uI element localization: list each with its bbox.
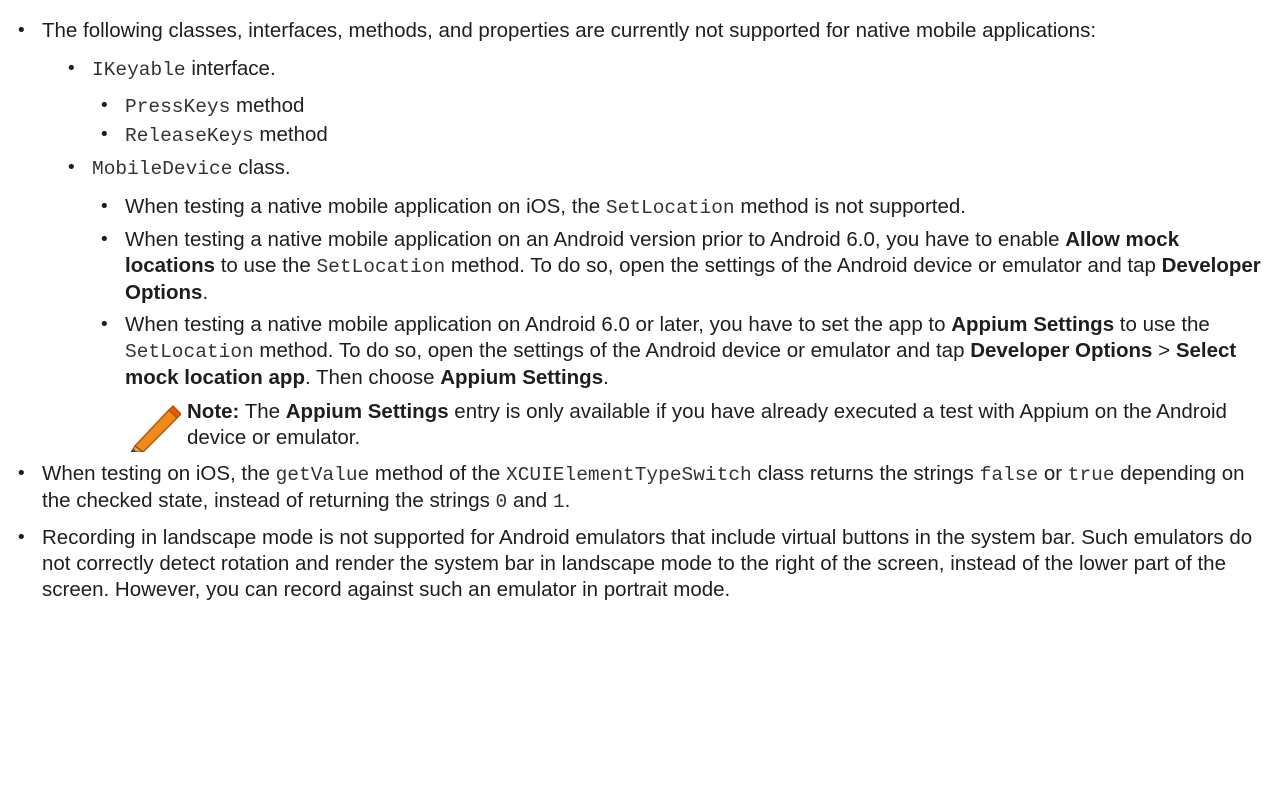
list-item-android-6-later: When testing a native mobile application…: [99, 312, 1272, 452]
unsupported-intro: The following classes, interfaces, metho…: [42, 19, 1097, 42]
i2-text-d: or: [1038, 462, 1068, 485]
developer-options-label: Developer Options: [970, 339, 1153, 362]
landscape-text: Recording in landscape mode is not suppo…: [42, 526, 1253, 601]
md2-text-a: When testing a native mobile application…: [125, 228, 1066, 251]
getvalue-code: getValue: [275, 464, 370, 486]
appium-settings-label: Appium Settings: [440, 366, 604, 389]
md1-text-b: method is not supported.: [734, 195, 966, 218]
one-code: 1: [552, 491, 565, 513]
i2-text-b: method of the: [369, 462, 506, 485]
list-item-ios-setlocation: When testing a native mobile application…: [99, 194, 1272, 221]
list-item-android-prior-6: When testing a native mobile application…: [99, 227, 1272, 306]
ikeyable-code: IKeyable: [92, 59, 186, 81]
setlocation-code: SetLocation: [125, 341, 254, 363]
md3-text-c: method. To do so, open the settings of t…: [253, 339, 971, 362]
i2-text-a: When testing on iOS, the: [42, 462, 276, 485]
releasekeys-suffix: method: [253, 123, 328, 146]
releasekeys-code: ReleaseKeys: [125, 125, 254, 147]
limitations-list: The following classes, interfaces, metho…: [0, 0, 1272, 603]
md3-text-f: .: [603, 366, 609, 389]
presskeys-code: PressKeys: [125, 96, 231, 118]
list-item-getvalue: When testing on iOS, the getValue method…: [16, 461, 1272, 515]
ikeyable-methods: PressKeys method ReleaseKeys method: [92, 93, 1272, 149]
i2-text-c: class returns the strings: [751, 462, 980, 485]
appium-settings-label: Appium Settings: [951, 313, 1115, 336]
false-code: false: [979, 464, 1039, 486]
md2-text-b: to use the: [215, 254, 317, 277]
xcuielementtypeswitch-code: XCUIElementTypeSwitch: [506, 464, 752, 486]
unsupported-sublist: IKeyable interface. PressKeys method Rel…: [42, 56, 1272, 452]
zero-code: 0: [495, 491, 508, 513]
appium-settings-label: Appium Settings: [285, 400, 449, 423]
setlocation-code: SetLocation: [605, 197, 735, 219]
md3-text-a: When testing a native mobile application…: [125, 313, 952, 336]
list-item-releasekeys: ReleaseKeys method: [99, 122, 1272, 149]
md3-text-b: to use the: [1114, 313, 1210, 336]
note-text-a: The: [239, 400, 286, 423]
i2-text-g: .: [564, 489, 571, 512]
ikeyable-suffix: interface.: [185, 57, 276, 80]
list-item-unsupported: The following classes, interfaces, metho…: [16, 18, 1272, 452]
note-block: Note: The Appium Settings entry is only …: [125, 399, 1272, 452]
document-page: { "items": { "i1": { "text": "The follow…: [0, 0, 1282, 808]
md2-text-c: method. To do so, open the settings of t…: [445, 254, 1162, 277]
mobiledevice-notes: When testing a native mobile application…: [92, 194, 1272, 452]
mobiledevice-suffix: class.: [232, 156, 291, 179]
md3-text-e: . Then choose: [304, 366, 441, 389]
list-item-presskeys: PressKeys method: [99, 93, 1272, 120]
pencil-icon: [130, 404, 181, 452]
md2-text-d: .: [202, 281, 209, 304]
setlocation-code: SetLocation: [316, 256, 446, 278]
presskeys-suffix: method: [230, 94, 305, 117]
list-item-mobiledevice: MobileDevice class. When testing a nativ…: [66, 155, 1272, 452]
md1-text-a: When testing a native mobile application…: [125, 195, 606, 218]
md3-text-d: >: [1152, 339, 1176, 362]
mobiledevice-code: MobileDevice: [92, 158, 233, 180]
list-item-landscape-recording: Recording in landscape mode is not suppo…: [16, 525, 1272, 603]
i2-text-f: and: [507, 489, 553, 512]
list-item-ikeyable: IKeyable interface. PressKeys method Rel…: [66, 56, 1272, 149]
true-code: true: [1067, 464, 1115, 486]
note-label: Note:: [187, 400, 240, 423]
